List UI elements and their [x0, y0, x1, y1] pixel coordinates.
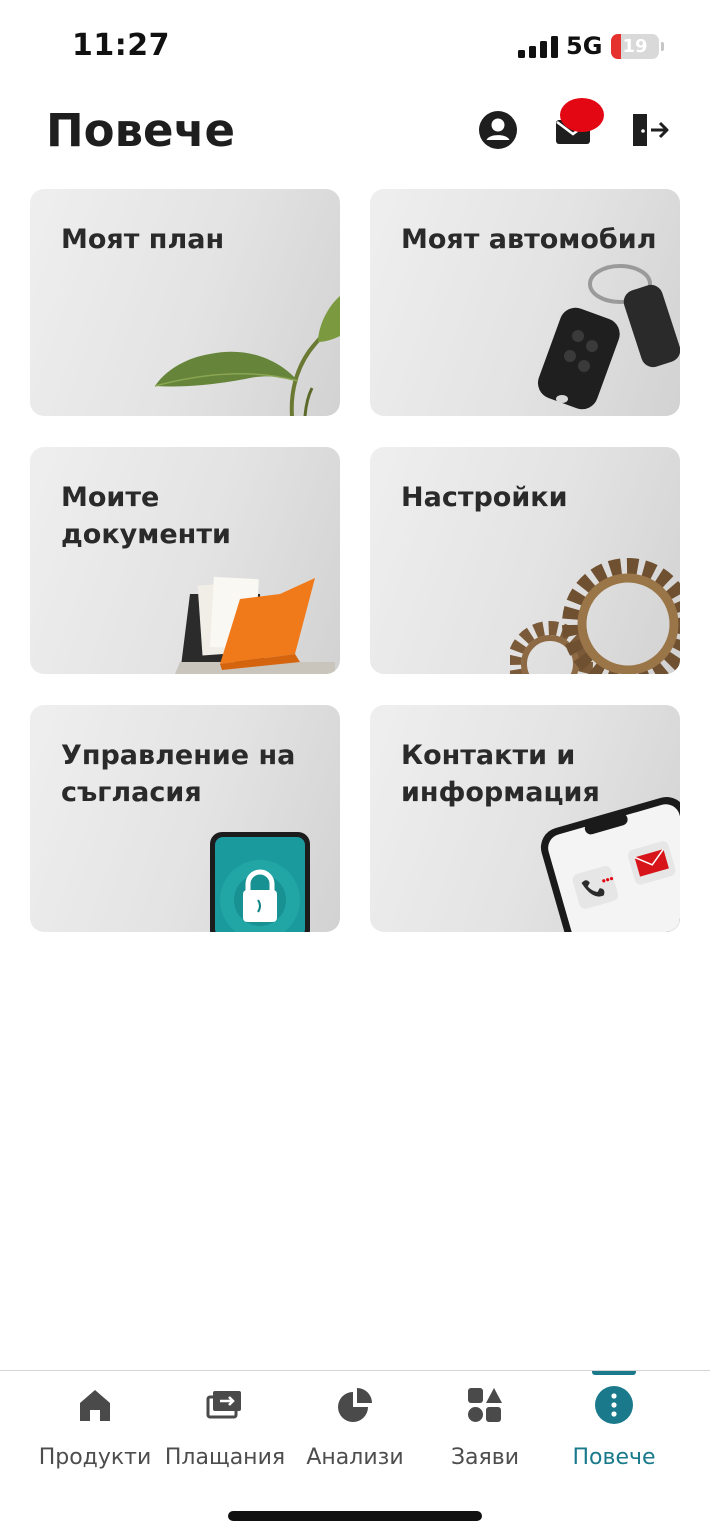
tile-my-plan[interactable]: Моят план	[30, 189, 340, 416]
tile-title: Управление на съгласия	[61, 740, 296, 808]
tile-title: Настройки	[401, 482, 568, 513]
notification-badge	[560, 98, 604, 132]
tab-requests[interactable]: Заяви	[420, 1385, 550, 1475]
battery-level: 19	[622, 36, 648, 57]
tab-label: Продукти	[38, 1445, 152, 1470]
pie-chart-icon	[338, 1388, 372, 1422]
payments-icon	[206, 1391, 241, 1419]
tile-my-documents[interactable]: Моите документи	[30, 447, 340, 674]
tab-more[interactable]: Повече	[549, 1385, 679, 1475]
tab-label: Повече	[572, 1445, 656, 1470]
page-title: Повече	[46, 104, 235, 157]
tile-title: Моите документи	[61, 482, 231, 550]
status-bar: 11:27 5G 19	[0, 0, 710, 90]
signal-strength-icon	[518, 36, 558, 58]
home-icon	[80, 1390, 110, 1421]
tile-my-car[interactable]: Моят автомобил	[370, 189, 680, 416]
more-icon	[595, 1386, 633, 1424]
network-type: 5G	[566, 32, 603, 60]
tab-payments[interactable]: Плащания	[160, 1385, 290, 1475]
gears-icon	[510, 558, 680, 674]
logout-icon[interactable]	[628, 108, 672, 152]
shapes-icon	[468, 1388, 502, 1422]
tab-products[interactable]: Продукти	[30, 1385, 160, 1475]
status-time: 11:27	[72, 28, 170, 63]
profile-icon[interactable]	[476, 108, 520, 152]
tab-label: Анализи	[306, 1445, 404, 1470]
tile-title: Моят автомобил	[401, 224, 657, 255]
tab-label: Плащания	[164, 1445, 286, 1470]
documents-folder-icon	[175, 576, 335, 674]
car-key-icon	[537, 264, 680, 410]
plant-icon	[154, 296, 340, 416]
tab-label: Заяви	[450, 1445, 520, 1470]
tile-contacts-info[interactable]: Контакти и информация	[370, 705, 680, 932]
battery-icon: 19	[611, 34, 659, 59]
tab-analytics[interactable]: Анализи	[290, 1385, 420, 1475]
battery-tip	[661, 42, 664, 51]
tile-settings[interactable]: Настройки	[370, 447, 680, 674]
phone-contact-icon	[540, 797, 680, 932]
more-menu-grid: Моят план Моят автомобил Моите документи	[30, 189, 680, 932]
tile-title: Моят план	[61, 224, 225, 255]
home-indicator	[228, 1511, 482, 1521]
tile-consent-management[interactable]: Управление на съгласия	[30, 705, 340, 932]
active-tab-indicator	[592, 1371, 636, 1375]
phone-lock-icon	[210, 832, 310, 932]
